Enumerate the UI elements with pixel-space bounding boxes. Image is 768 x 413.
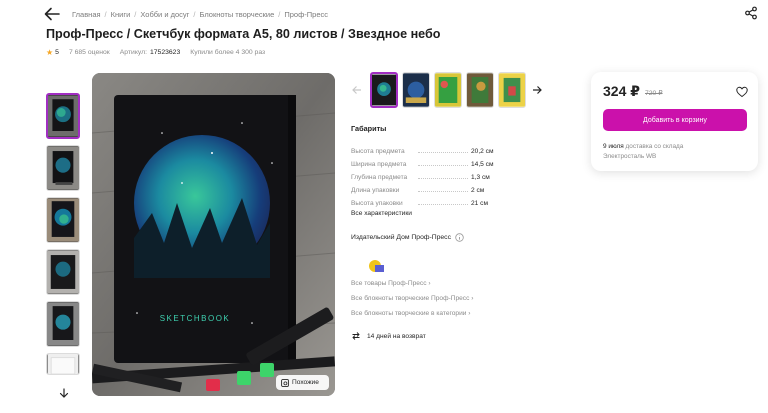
spec-row: Высота упаковки 21 см (351, 194, 591, 207)
spec-key: Длина упаковки (351, 187, 400, 194)
old-price: 720 ₽ (645, 90, 663, 97)
all-seller-notebooks-link[interactable]: Все блокноты творческие Проф-Пресс › (351, 295, 473, 310)
spec-key: Высота предмета (351, 148, 405, 155)
current-price: 324 ₽ (603, 83, 640, 99)
bought-count: Купили более 4 300 раз (190, 49, 266, 56)
breadcrumb-item[interactable]: Хобби и досуг (140, 10, 189, 19)
spec-key: Высота упаковки (351, 200, 403, 207)
chevron-right-icon[interactable] (532, 85, 542, 95)
star-icon: ★ (46, 48, 54, 57)
similar-button[interactable]: Похожие (276, 375, 329, 390)
thumbnail-5[interactable] (46, 301, 80, 347)
link-text: Все товары Проф-Пресс (351, 280, 427, 287)
thumbnail-4[interactable] (46, 249, 80, 295)
returns-text: 14 дней на возврат (367, 332, 426, 340)
specs-section: Габариты Высота предмета 20,2 см Ширина п… (351, 124, 591, 217)
breadcrumb-item[interactable]: Проф-Пресс (284, 10, 328, 19)
all-characteristics-link[interactable]: Все характеристики (351, 210, 591, 217)
main-product-image[interactable]: SKETCHBOOK (92, 73, 335, 396)
color-variant-5[interactable] (498, 72, 526, 108)
delivery-text: доставка со склада (625, 143, 684, 150)
thumbnail-list (46, 93, 82, 381)
category-notebooks-link[interactable]: Все блокноты творческие в категории › (351, 310, 473, 325)
spec-dots (418, 178, 468, 179)
product-meta: ★ 5 7 685 оценок Артикул: 17523623 Купил… (46, 48, 265, 57)
spec-value: 2 см (471, 187, 485, 194)
thumbnail-1[interactable] (46, 93, 80, 139)
product-title: Проф-Пресс / Скетчбук формата А5, 80 лис… (46, 27, 441, 41)
delivery-date: 9 июля (603, 143, 624, 150)
heart-icon[interactable] (736, 86, 748, 98)
breadcrumb-separator: / (134, 9, 137, 19)
return-icon (352, 332, 360, 340)
back-arrow-icon[interactable] (44, 7, 60, 21)
warehouse: Электросталь WB (603, 153, 657, 160)
seller-logo[interactable] (366, 255, 388, 277)
chevron-down-icon[interactable] (59, 388, 69, 398)
breadcrumb-separator: / (104, 9, 107, 19)
spec-row: Длина упаковки 2 см (351, 181, 591, 194)
spec-dots (418, 152, 468, 153)
breadcrumb-separator: / (278, 9, 281, 19)
link-text: Все блокноты творческие в категории (351, 310, 467, 317)
spec-value: 14,5 см (471, 161, 494, 168)
thumbnail-6[interactable] (46, 353, 80, 375)
similar-label: Похожие (292, 379, 319, 386)
spec-dots (418, 191, 468, 192)
spec-row: Глубина предмета 1,3 см (351, 168, 591, 181)
specs-heading: Габариты (351, 124, 387, 133)
reviews-count[interactable]: 7 685 оценок (69, 49, 110, 56)
breadcrumb-separator: / (193, 9, 196, 19)
color-variant-4[interactable] (466, 72, 494, 108)
seller-section: Издательский Дом Проф-Пресс (351, 233, 464, 277)
thumbnail-3[interactable] (46, 197, 80, 243)
returns-info: 14 дней на возврат (351, 331, 426, 341)
all-seller-products-link[interactable]: Все товары Проф-Пресс › (351, 280, 473, 295)
color-variants (352, 72, 542, 108)
spec-row: Высота предмета 20,2 см (351, 142, 591, 155)
delivery-info: 9 июля доставка со склада Электросталь W… (603, 142, 683, 162)
color-variant-3[interactable] (434, 72, 462, 108)
spec-key: Глубина предмета (351, 174, 408, 181)
link-text: Все блокноты творческие Проф-Пресс (351, 295, 470, 302)
color-variant-2[interactable] (402, 72, 430, 108)
article-number[interactable]: 17523623 (150, 49, 180, 56)
thumbnail-2[interactable] (46, 145, 80, 191)
breadcrumb: Главная / Книги / Хобби и досуг / Блокноты … (72, 10, 328, 19)
similar-icon (281, 378, 289, 387)
add-to-cart-button[interactable]: Добавить в корзину (603, 109, 747, 131)
breadcrumb-item[interactable]: Книги (111, 10, 131, 19)
cover-text: SKETCHBOOK (160, 314, 231, 323)
seller-name-row: Издательский Дом Проф-Пресс (351, 233, 464, 242)
spec-key: Ширина предмета (351, 161, 407, 168)
top-bar: Главная / Книги / Хобби и досуг / Блокноты … (44, 7, 328, 21)
breadcrumb-item[interactable]: Блокноты творческие (199, 10, 274, 19)
article-label: Артикул: (119, 49, 147, 56)
color-variant-1[interactable] (370, 72, 398, 108)
spec-value: 21 см (471, 200, 488, 207)
spec-dots (418, 165, 468, 166)
seller-links: Все товары Проф-Пресс › Все блокноты тво… (351, 280, 473, 325)
rating-value[interactable]: 5 (55, 49, 59, 56)
info-icon[interactable] (455, 233, 464, 242)
chevron-left-icon[interactable] (352, 85, 362, 95)
spec-dots (418, 204, 468, 205)
spec-value: 1,3 см (471, 174, 490, 181)
seller-name[interactable]: Издательский Дом Проф-Пресс (351, 234, 451, 241)
share-icon[interactable] (744, 6, 758, 20)
spec-row: Ширина предмета 14,5 см (351, 155, 591, 168)
buy-box: 324 ₽ 720 ₽ Добавить в корзину 9 июля до… (591, 72, 758, 171)
spec-value: 20,2 см (471, 148, 494, 155)
breadcrumb-item[interactable]: Главная (72, 10, 101, 19)
